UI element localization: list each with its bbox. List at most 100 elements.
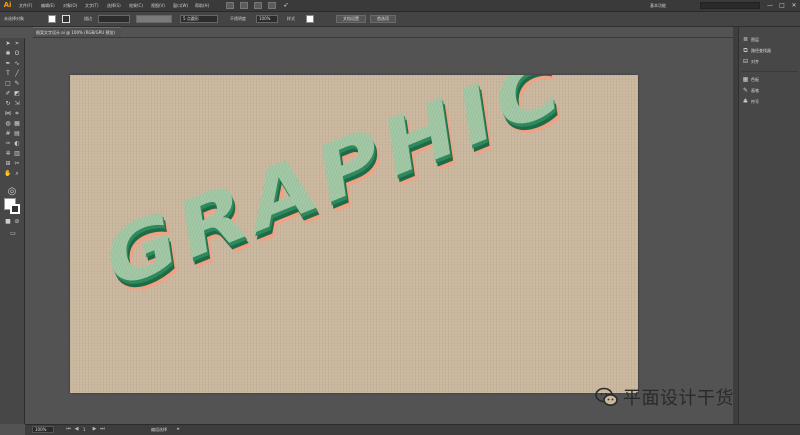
screen-mode-icon[interactable]: ▭ <box>8 230 18 237</box>
gradient-tool-icon[interactable]: ▤ <box>13 130 21 137</box>
maximize-button[interactable]: □ <box>776 0 788 11</box>
status-bar: 100% ⏮ ◀ 1 ▶ ⏭ 编组选择 ▸ <box>25 424 800 435</box>
panel-brushes-label: 画笔 <box>751 88 759 93</box>
panel-layers-label: 图层 <box>751 37 759 42</box>
app-logo: Ai <box>3 1 12 9</box>
opacity-label: 不透明度 <box>230 16 246 21</box>
panel-symbols[interactable]: ♣ 符号 <box>742 97 759 107</box>
brush-select[interactable]: 5 点圆形 <box>180 15 218 23</box>
stroke-swatch[interactable] <box>62 15 70 23</box>
arrange-docs-icon[interactable] <box>254 2 262 9</box>
mesh-tool-icon[interactable]: # <box>4 130 12 137</box>
curvature-tool-icon[interactable]: ∿ <box>13 60 21 67</box>
selection-tool-icon[interactable]: ➤ <box>4 40 12 47</box>
menu-view[interactable]: 视图(V) <box>151 0 165 11</box>
menu-object[interactable]: 对象(O) <box>63 0 77 11</box>
first-artboard-icon[interactable]: ⏮ <box>65 426 72 433</box>
zoom-tool-icon[interactable]: ⌕ <box>13 170 21 177</box>
style-label: 样式 <box>287 16 295 21</box>
hand-tool-icon[interactable]: ✋ <box>4 170 12 177</box>
shaper-tool-icon[interactable]: ✐ <box>4 90 12 97</box>
tools-panel: ➤ ➣ ✱ ʘ ✒ ∿ T ╱ □ ✎ ✐ ◩ ↻ ⇲ ⋈ ⌗ ◍ ▦ # ▤ … <box>0 38 25 424</box>
stock-icon[interactable] <box>240 2 248 9</box>
panel-divider <box>742 71 798 72</box>
menu-edit[interactable]: 编辑(E) <box>41 0 55 11</box>
stroke-color-swatch[interactable] <box>10 204 20 214</box>
search-input[interactable] <box>700 2 760 9</box>
panel-brushes[interactable]: ✎ 画笔 <box>742 86 759 96</box>
slice-tool-icon[interactable]: ✂ <box>13 160 21 167</box>
panel-swatches[interactable]: ▦ 色板 <box>742 75 759 85</box>
perspective-grid-tool-icon[interactable]: ▦ <box>13 120 21 127</box>
grid-icon[interactable] <box>268 2 276 9</box>
paintbrush-tool-icon[interactable]: ✎ <box>13 80 21 87</box>
symbol-icon: ♣ <box>742 98 749 105</box>
stroke-weight-select[interactable] <box>98 15 130 23</box>
document-setup-button[interactable]: 文档设置 <box>336 15 366 23</box>
variable-width-select[interactable] <box>136 15 172 23</box>
magic-wand-tool-icon[interactable]: ✱ <box>4 50 12 57</box>
menu-help[interactable]: 帮助(H) <box>195 0 209 11</box>
eraser-tool-icon[interactable]: ◩ <box>13 90 21 97</box>
artwork-face-layer: GRAPHIC <box>100 75 569 309</box>
free-transform-tool-icon[interactable]: ⌗ <box>13 110 21 117</box>
panel-pathfinder-label: 路径查找器 <box>751 48 771 53</box>
menu-select[interactable]: 选择(S) <box>107 0 121 11</box>
style-swatch[interactable] <box>306 15 314 23</box>
menu-effect[interactable]: 效果(C) <box>129 0 143 11</box>
stack-icon: ≣ <box>742 36 749 43</box>
graphic-artwork: GRAPHIC GRAPHIC GRAPHIC GRAPHIC <box>100 75 574 319</box>
preferences-button[interactable]: 首选项 <box>370 15 396 23</box>
artwork-text-group: GRAPHIC GRAPHIC GRAPHIC GRAPHIC <box>100 75 574 319</box>
menu-bar: Ai 文件(F) 编辑(E) 对象(O) 文字(T) 选择(S) 效果(C) 视… <box>0 0 800 12</box>
pen-tool-icon[interactable]: ✒ <box>4 60 12 67</box>
prev-artboard-icon[interactable]: ◀ <box>73 426 80 433</box>
lasso-tool-icon[interactable]: ʘ <box>13 50 21 57</box>
menu-window[interactable]: 窗口(W) <box>173 0 188 11</box>
panel-swatches-label: 色板 <box>751 77 759 82</box>
artboard[interactable]: GRAPHIC GRAPHIC GRAPHIC GRAPHIC <box>70 75 638 393</box>
type-tool-icon[interactable]: T <box>4 70 12 77</box>
shape-builder-tool-icon[interactable]: ◍ <box>4 120 12 127</box>
eyedropper-tool-icon[interactable]: ✑ <box>4 140 12 147</box>
next-artboard-icon[interactable]: ▶ <box>91 426 98 433</box>
menu-type[interactable]: 文字(T) <box>85 0 99 11</box>
panel-layers[interactable]: ≣ 图层 <box>742 35 759 45</box>
direct-selection-tool-icon[interactable]: ➣ <box>13 40 21 47</box>
last-artboard-icon[interactable]: ⏭ <box>99 426 106 433</box>
align-icon: ⊟ <box>742 58 749 65</box>
symbol-sprayer-tool-icon[interactable]: ✲ <box>4 150 12 157</box>
none-mode-icon[interactable]: ⊘ <box>13 218 21 225</box>
feather-icon[interactable]: ➶ <box>283 2 291 9</box>
brush-icon: ✎ <box>742 87 749 94</box>
zoom-select[interactable]: 100% <box>32 426 54 433</box>
workspace-switcher[interactable]: 基本功能 <box>650 0 666 11</box>
line-tool-icon[interactable]: ╱ <box>13 70 21 77</box>
swatch-icon: ▦ <box>742 76 749 83</box>
rotate-tool-icon[interactable]: ↻ <box>4 100 12 107</box>
color-mode-icon[interactable]: ■ <box>4 218 12 225</box>
fill-stroke-swatches[interactable] <box>4 198 20 214</box>
document-tab[interactable]: 图案文字设计.ai @ 100% (RGB/GPU 预览) <box>33 27 121 37</box>
panel-pathfinder[interactable]: ⧉ 路径查找器 <box>742 46 771 56</box>
status-menu-icon[interactable]: ▸ <box>175 426 182 433</box>
fill-stroke-large-icon[interactable]: ◎ <box>4 187 20 197</box>
fill-swatch[interactable] <box>48 15 56 23</box>
link-icon: ⧉ <box>743 47 748 54</box>
stroke-label: 描边 <box>84 16 92 21</box>
blend-tool-icon[interactable]: ◐ <box>13 140 21 147</box>
opacity-input[interactable]: 100% <box>256 15 278 23</box>
panel-align-label: 对齐 <box>751 59 759 64</box>
minimize-button[interactable]: — <box>764 0 776 11</box>
menu-file[interactable]: 文件(F) <box>19 0 32 11</box>
bridge-icon[interactable] <box>226 2 234 9</box>
panel-align[interactable]: ⊟ 对齐 <box>742 57 759 67</box>
docked-panels: ≣ 图层 ⧉ 路径查找器 ⊟ 对齐 ▦ 色板 ✎ 画笔 ♣ 符号 <box>738 27 800 424</box>
artboard-tool-icon[interactable]: ⊞ <box>4 160 12 167</box>
width-tool-icon[interactable]: ⋈ <box>4 110 12 117</box>
rectangle-tool-icon[interactable]: □ <box>4 80 12 87</box>
close-button[interactable]: ✕ <box>788 0 800 11</box>
selection-status: 未选择对象 <box>4 16 24 21</box>
scale-tool-icon[interactable]: ⇲ <box>13 100 21 107</box>
graph-tool-icon[interactable]: ▥ <box>13 150 21 157</box>
